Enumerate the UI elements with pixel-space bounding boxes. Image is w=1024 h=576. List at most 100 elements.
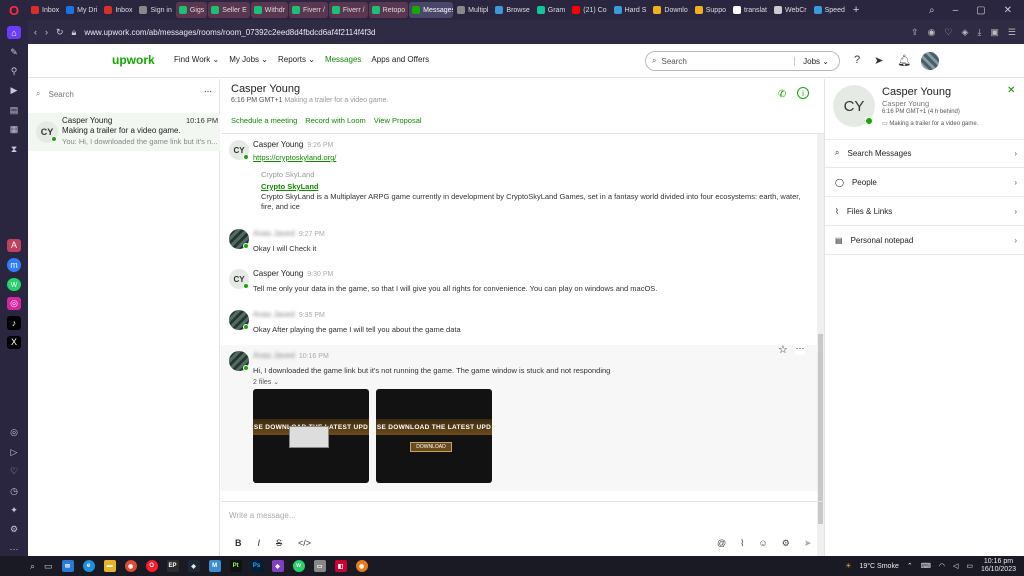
- settings-icon[interactable]: ⚙: [782, 538, 790, 549]
- italic-icon[interactable]: I: [258, 538, 261, 548]
- header-search-input[interactable]: Search: [661, 57, 686, 66]
- emoji-icon[interactable]: ☺: [759, 538, 768, 549]
- whatsapp-icon[interactable]: w: [7, 277, 21, 291]
- messenger-icon[interactable]: m: [7, 258, 21, 272]
- mention-icon[interactable]: @: [717, 538, 726, 549]
- conversation-search-input[interactable]: Search: [48, 90, 73, 99]
- heart-outline-icon[interactable]: ♡: [944, 27, 952, 38]
- app-icon[interactable]: ◧: [334, 560, 347, 572]
- reload-icon[interactable]: ↻: [56, 27, 64, 38]
- history-icon[interactable]: ◷: [7, 484, 21, 497]
- people-item[interactable]: ◯ People ›: [825, 168, 1024, 197]
- heart-icon[interactable]: ♡: [7, 465, 21, 478]
- link-preview-title[interactable]: Crypto SkyLand: [261, 182, 806, 192]
- bold-icon[interactable]: B: [235, 538, 242, 548]
- personal-notepad-item[interactable]: ▤ Personal notepad ›: [825, 226, 1024, 255]
- pt-icon[interactable]: Pt: [229, 560, 242, 572]
- browser-tab[interactable]: Gigs: [175, 2, 208, 18]
- info-icon[interactable]: i: [797, 87, 809, 99]
- weather-text[interactable]: 19°C Smoke: [859, 563, 898, 570]
- easy-setup-icon[interactable]: ☰: [1008, 27, 1016, 38]
- search-messages-item[interactable]: ⌕ Search Messages ›: [825, 139, 1024, 168]
- browser-tab[interactable]: WebCr: [771, 2, 810, 18]
- browser-tab[interactable]: (21) Co: [569, 2, 609, 18]
- header-search[interactable]: ⌕ Search Jobs ⌄: [645, 51, 840, 71]
- message-link[interactable]: https://cryptoskyland.org/: [253, 153, 336, 163]
- attachment-icon[interactable]: ⌇: [740, 538, 744, 549]
- maya-icon[interactable]: M: [208, 560, 221, 572]
- browser-tab[interactable]: Suppo: [692, 2, 729, 18]
- nav-item-my-jobs[interactable]: My Jobs ⌄: [229, 55, 268, 64]
- chat-link-view-proposal[interactable]: View Proposal: [374, 116, 422, 125]
- file-thumbnail[interactable]: SE DOWNLOAD THE LATEST UPD: [253, 389, 369, 483]
- photoshop-icon[interactable]: Ps: [250, 560, 263, 572]
- reader-icon[interactable]: ▤: [7, 104, 21, 117]
- star-icon[interactable]: ☆: [778, 343, 788, 356]
- file-thumbnail[interactable]: SE DOWNLOAD THE LATEST UPD DOWNLOAD: [376, 389, 492, 483]
- search-scope-dropdown[interactable]: Jobs ⌄: [794, 56, 839, 66]
- more-icon[interactable]: ⋯: [7, 543, 21, 556]
- send-icon[interactable]: ▷: [7, 446, 21, 459]
- settings-circle-icon[interactable]: ◎: [7, 426, 21, 439]
- browser-tab[interactable]: translat: [730, 2, 770, 18]
- conversation-search[interactable]: ⌕ Search: [36, 89, 74, 99]
- forward-icon[interactable]: ›: [45, 27, 48, 37]
- nav-item-reports[interactable]: Reports ⌄: [278, 55, 315, 64]
- browser-tab[interactable]: Fiverr /: [328, 2, 368, 18]
- browser-tab[interactable]: Browse: [492, 2, 532, 18]
- search-tabs-icon[interactable]: ⌕: [929, 5, 935, 16]
- file-explorer-icon[interactable]: ▬: [103, 560, 116, 572]
- url-field[interactable]: www.upwork.com/ab/messages/rooms/room_07…: [84, 28, 375, 37]
- send-message-icon[interactable]: ➤: [804, 538, 812, 549]
- nav-item-apps-and-offers[interactable]: Apps and Offers: [371, 55, 429, 64]
- volume-icon[interactable]: ◁: [953, 562, 958, 570]
- files-links-item[interactable]: ⌇ Files & Links ›: [825, 197, 1024, 226]
- wifi-icon[interactable]: ◠: [939, 562, 945, 570]
- whatsapp-taskbar-icon[interactable]: w: [292, 560, 305, 572]
- notifications-bell-icon[interactable]: 🔔︎: [897, 54, 911, 67]
- user-avatar[interactable]: [921, 52, 939, 70]
- app-icon[interactable]: ◉: [355, 560, 368, 572]
- browser-tab[interactable]: Fiverr /: [289, 2, 328, 18]
- help-icon[interactable]: ?: [854, 54, 860, 67]
- download-icon[interactable]: ⤓: [977, 27, 981, 38]
- chat-contact-name[interactable]: Casper Young: [231, 83, 388, 95]
- maximize-icon[interactable]: ▢: [976, 5, 985, 16]
- opera-logo-icon[interactable]: O: [0, 0, 28, 20]
- opera-taskbar-icon[interactable]: O: [145, 560, 158, 572]
- back-icon[interactable]: ‹: [34, 27, 37, 37]
- steam-icon[interactable]: ◈: [187, 560, 200, 572]
- browser-tab[interactable]: Gram: [534, 2, 569, 18]
- new-tab-icon[interactable]: +: [853, 4, 859, 16]
- conversation-item[interactable]: CY Casper Young 10:16 PM Making a traile…: [28, 113, 220, 151]
- app-icon[interactable]: ▭: [313, 560, 326, 572]
- wallet-icon[interactable]: ▣: [990, 27, 999, 38]
- browser-tab[interactable]: Downlo: [650, 2, 690, 18]
- nav-item-find-work[interactable]: Find Work ⌄: [174, 55, 219, 64]
- windows-search-icon[interactable]: ⌕: [30, 561, 35, 572]
- chat-link-schedule-a-meeting[interactable]: Schedule a meeting: [231, 116, 297, 125]
- code-icon[interactable]: </>: [298, 538, 311, 548]
- network-icon[interactable]: ⌨: [921, 562, 931, 570]
- app-icon[interactable]: ◆: [271, 560, 284, 572]
- extensions-icon[interactable]: ⚲: [7, 65, 21, 78]
- bulb-icon[interactable]: ✦: [7, 504, 21, 517]
- files-toggle[interactable]: 2 files ⌄: [253, 378, 279, 386]
- nav-item-messages[interactable]: Messages: [325, 55, 361, 64]
- tiktok-icon[interactable]: ♪: [7, 316, 21, 330]
- epic-games-icon[interactable]: EP: [166, 560, 179, 572]
- close-panel-icon[interactable]: ✕: [1007, 85, 1015, 96]
- call-icon[interactable]: ✆: [778, 89, 786, 100]
- chat-link-record-with-loom[interactable]: Record with Loom: [305, 116, 365, 125]
- direct-contracts-icon[interactable]: ➤: [874, 54, 883, 67]
- more-options-icon[interactable]: ⋯: [204, 87, 212, 96]
- share-icon[interactable]: ⇪: [911, 27, 919, 38]
- message-input[interactable]: Write a message...: [229, 511, 296, 520]
- close-window-icon[interactable]: ✕: [1004, 5, 1012, 16]
- browser-tab[interactable]: Messages: [409, 2, 454, 18]
- message-more-icon[interactable]: ⋯: [793, 343, 807, 355]
- shield-icon[interactable]: ◈: [962, 27, 969, 38]
- x-icon[interactable]: X: [7, 335, 21, 350]
- browser-tab[interactable]: Sign in: [136, 2, 174, 18]
- player-icon[interactable]: ▶: [7, 84, 21, 97]
